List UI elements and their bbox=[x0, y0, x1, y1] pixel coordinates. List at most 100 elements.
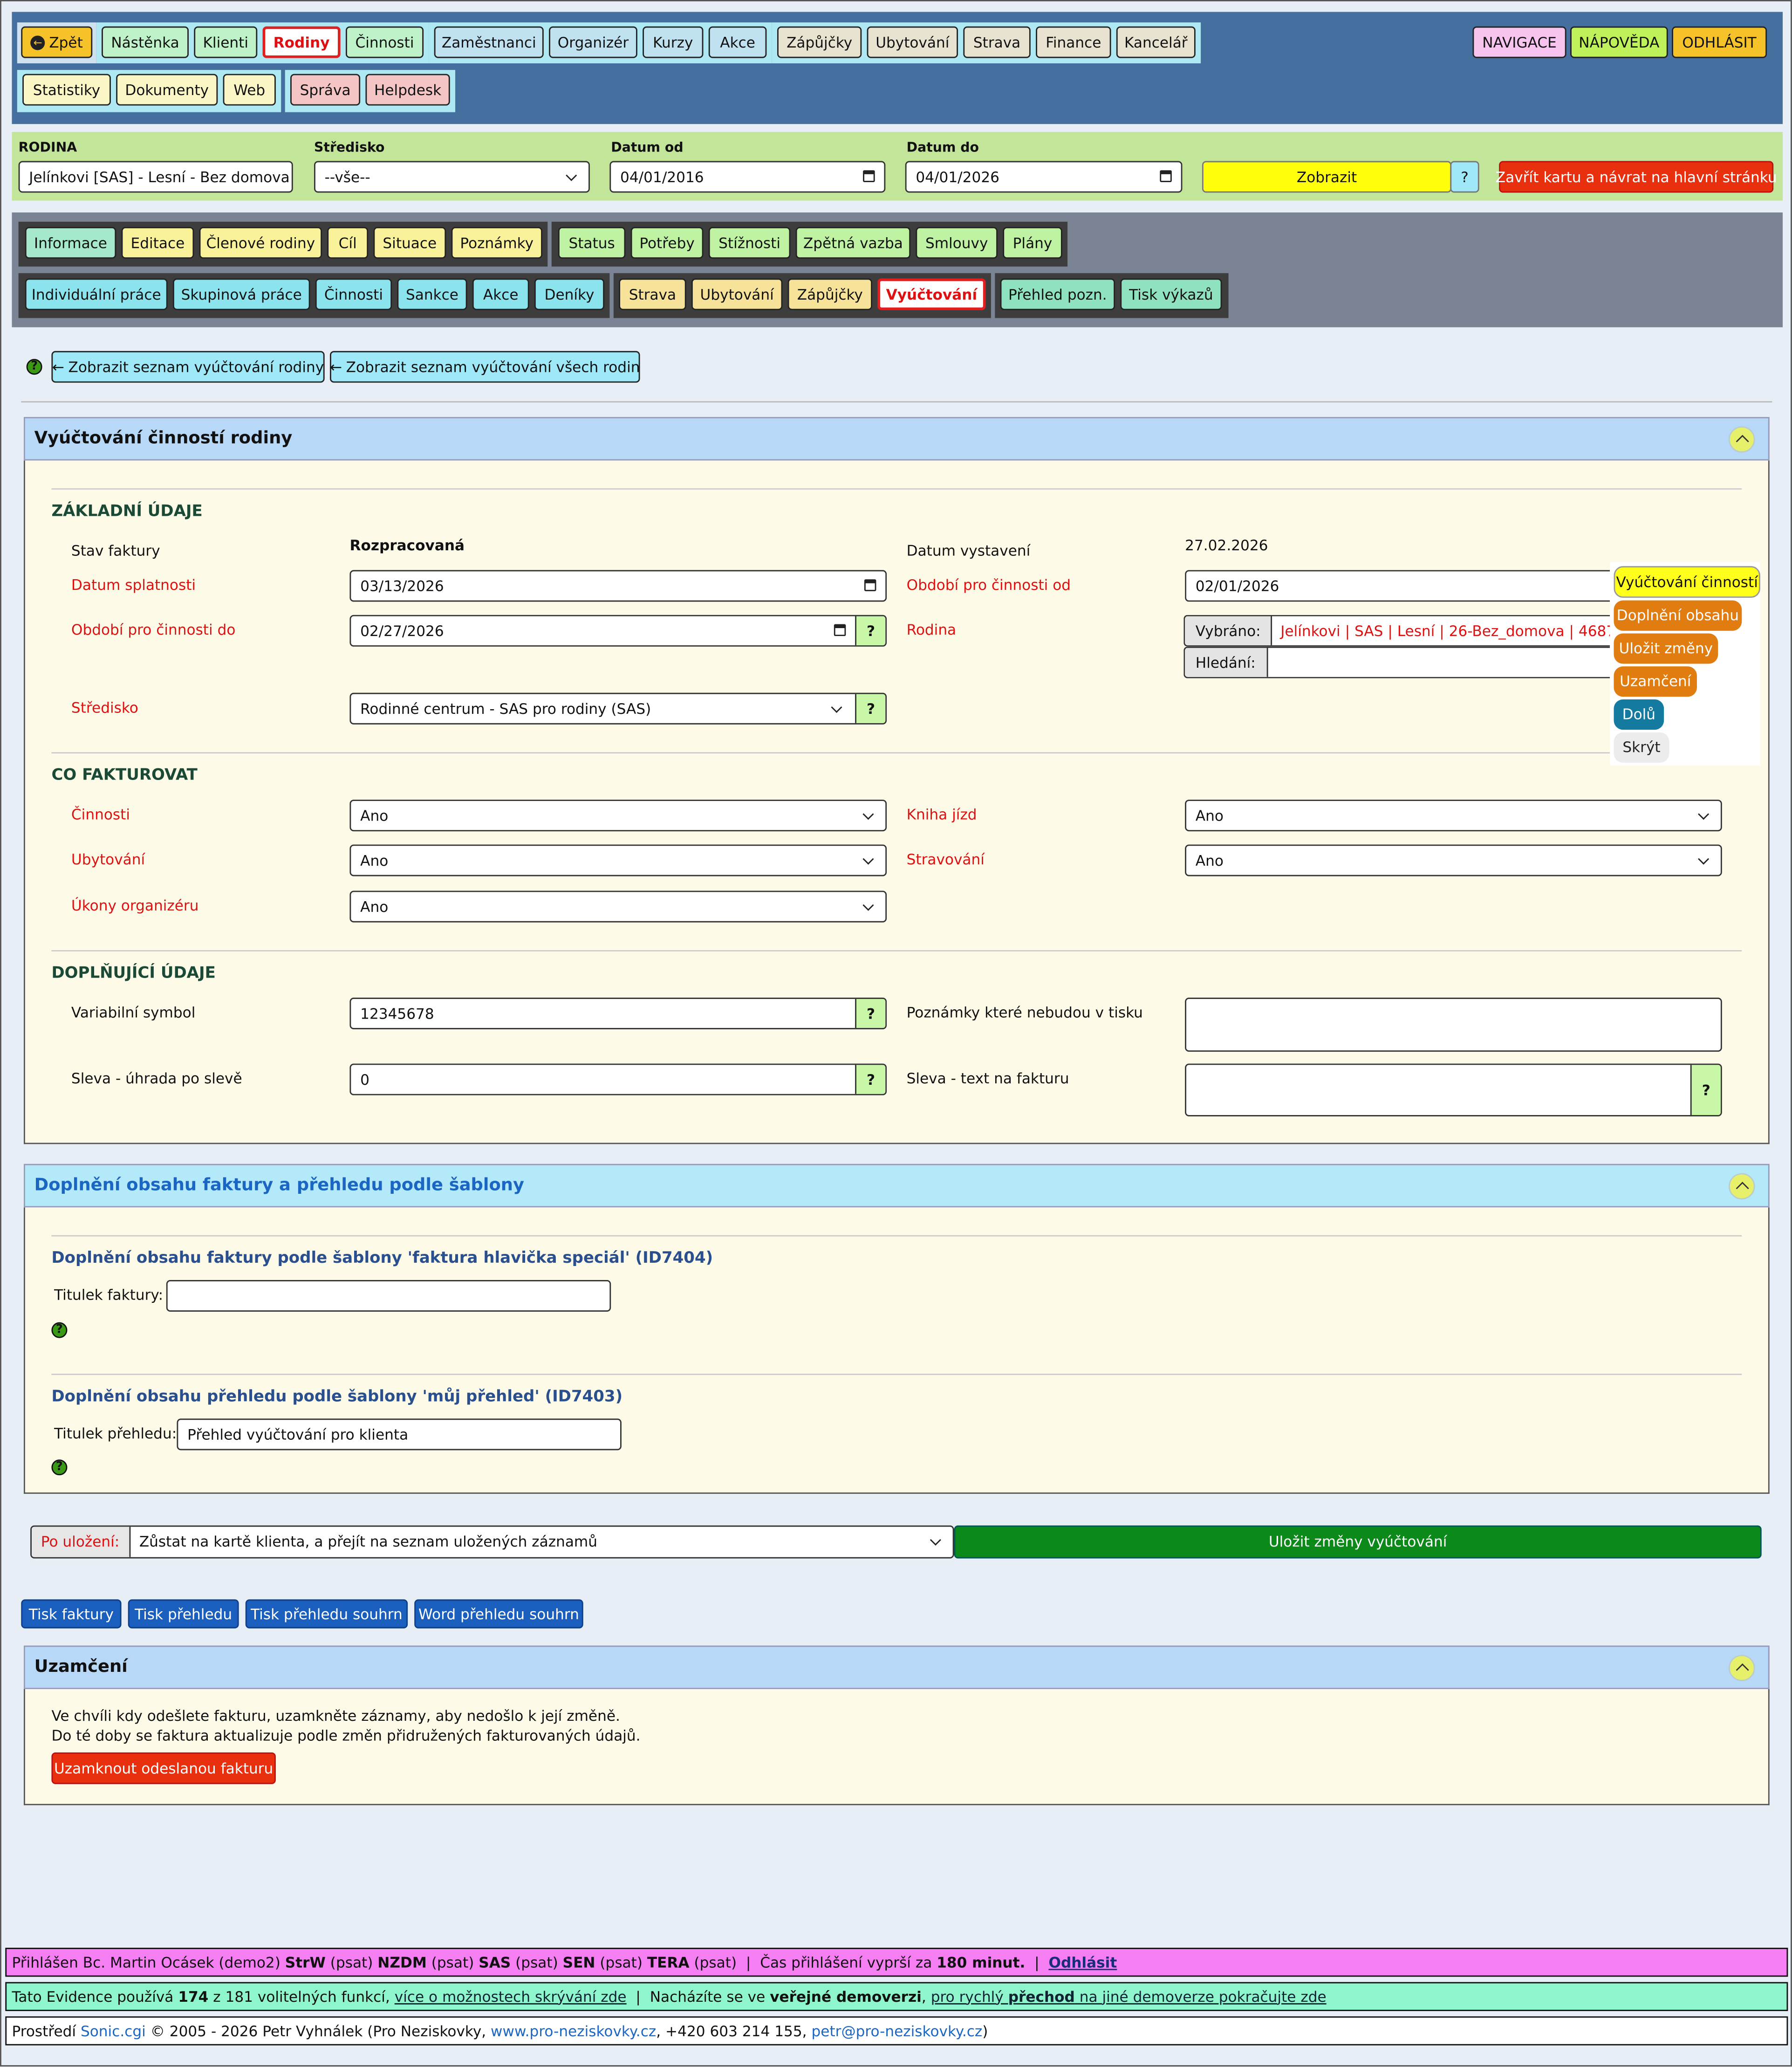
obdobi-od-input[interactable]: 02/01/2026 bbox=[1185, 570, 1621, 602]
email-link[interactable]: petr@pro-neziskovky.cz bbox=[812, 2022, 983, 2040]
tab-ubytovani[interactable]: Ubytování bbox=[691, 278, 783, 310]
tab-situace[interactable]: Situace bbox=[373, 227, 446, 259]
lock-invoice-button[interactable]: Uzamknout odeslanou fakturu bbox=[51, 1752, 276, 1784]
nav-organizer[interactable]: Organizér bbox=[549, 26, 637, 58]
back-button[interactable]: ← Zpět bbox=[21, 26, 93, 58]
nav-kancelar[interactable]: Kancelář bbox=[1116, 26, 1196, 58]
nav-sprava[interactable]: Správa bbox=[290, 74, 361, 106]
tab-stiznosti[interactable]: Stížnosti bbox=[708, 227, 791, 259]
cinnosti-select[interactable]: Ano bbox=[349, 800, 887, 832]
calendar-icon[interactable] bbox=[1160, 170, 1172, 182]
rodina-selected-field[interactable]: Vybráno: Jelínkovi | SAS | Lesní | 26-Bez… bbox=[1183, 615, 1621, 647]
quick-uzamceni[interactable]: Uzamčení bbox=[1614, 666, 1697, 697]
obdobi-do-help-button[interactable]: ? bbox=[855, 616, 886, 645]
stredisko-help-button[interactable]: ? bbox=[855, 694, 886, 723]
quick-ulozit[interactable]: Uložit změny bbox=[1614, 633, 1718, 664]
tab-status[interactable]: Status bbox=[558, 227, 626, 259]
nav-rodiny[interactable]: Rodiny bbox=[262, 26, 341, 58]
nav-dokumenty[interactable]: Dokumenty bbox=[116, 74, 218, 106]
help-icon[interactable]: ? bbox=[26, 359, 42, 375]
navigace-button[interactable]: NAVIGACE bbox=[1472, 26, 1566, 58]
hiding-options-link[interactable]: více o možnostech skrývání zde bbox=[395, 1988, 627, 2005]
vs-input[interactable]: 12345678? bbox=[349, 997, 887, 1029]
quick-doplneni[interactable]: Doplnění obsahu bbox=[1614, 600, 1742, 631]
family-list-link[interactable]: ← Zobrazit seznam vyúčtování rodiny bbox=[51, 351, 325, 383]
sleva-input[interactable]: 0? bbox=[349, 1063, 887, 1095]
nav-zapujcky[interactable]: Zápůjčky bbox=[777, 26, 862, 58]
nav-finance[interactable]: Finance bbox=[1036, 26, 1111, 58]
tab-zapujcky[interactable]: Zápůjčky bbox=[787, 278, 872, 310]
nav-ubytovani[interactable]: Ubytování bbox=[867, 26, 958, 58]
tab-clenove[interactable]: Členové rodiny bbox=[199, 227, 322, 259]
splatnost-input[interactable]: 03/13/2026 bbox=[349, 570, 887, 602]
vs-help-button[interactable]: ? bbox=[855, 999, 886, 1028]
nav-akce[interactable]: Akce bbox=[708, 26, 767, 58]
rodina-filter-field[interactable]: Jelínkovi [SAS] - Lesní - Bez domova bbox=[18, 161, 293, 193]
nav-zamestnanci[interactable]: Zaměstnanci bbox=[434, 26, 544, 58]
filter-help-button[interactable]: ? bbox=[1450, 161, 1479, 193]
nav-statistiky[interactable]: Statistiky bbox=[22, 74, 111, 106]
quick-skryt[interactable]: Skrýt bbox=[1614, 732, 1669, 763]
nav-nastenka[interactable]: Nástěnka bbox=[102, 26, 189, 58]
tab-cil[interactable]: Cíl bbox=[327, 227, 369, 259]
tab-vyuctovani[interactable]: Vyúčtování bbox=[877, 278, 986, 310]
tab-tisk-vykazu[interactable]: Tisk výkazů bbox=[1120, 278, 1222, 310]
billing-section-header[interactable]: Vyúčtování činností rodiny bbox=[23, 417, 1770, 461]
datum-od-input[interactable]: 04/01/2016 bbox=[609, 161, 886, 193]
stredisko-select[interactable]: Rodinné centrum - SAS pro rodiny (SAS)? bbox=[349, 692, 887, 725]
tab-poznamky[interactable]: Poznámky bbox=[451, 227, 542, 259]
collapse-icon[interactable] bbox=[1728, 1655, 1755, 1681]
help-icon[interactable]: ? bbox=[51, 1322, 68, 1338]
calendar-icon[interactable] bbox=[863, 170, 875, 182]
collapse-icon[interactable] bbox=[1728, 426, 1755, 453]
kniha-jizd-select[interactable]: Ano bbox=[1185, 800, 1722, 832]
nav-helpdesk[interactable]: Helpdesk bbox=[365, 74, 450, 106]
all-families-list-link[interactable]: ← Zobrazit seznam vyúčtování všech rodin bbox=[330, 351, 640, 383]
sonic-link[interactable]: Sonic.cgi bbox=[81, 2022, 146, 2040]
template-section-header[interactable]: Doplnění obsahu faktury a přehledu podle… bbox=[23, 1164, 1770, 1208]
quick-vyuctovani[interactable]: Vyúčtování činností bbox=[1614, 566, 1760, 598]
collapse-icon[interactable] bbox=[1728, 1173, 1755, 1200]
quick-dolu[interactable]: Dolů bbox=[1614, 699, 1664, 730]
help-icon[interactable]: ? bbox=[51, 1459, 68, 1476]
website-link[interactable]: www.pro-neziskovky.cz bbox=[491, 2022, 656, 2040]
sleva-text-help-button[interactable]: ? bbox=[1690, 1065, 1721, 1116]
report-title-input[interactable]: Přehled vyúčtování pro klienta bbox=[177, 1418, 622, 1451]
after-save-field[interactable]: Po uložení: Zůstat na kartě klienta, a př… bbox=[30, 1525, 954, 1559]
lock-section-header[interactable]: Uzamčení bbox=[23, 1645, 1770, 1689]
nav-strava[interactable]: Strava bbox=[963, 26, 1031, 58]
tab-deniky[interactable]: Deníky bbox=[534, 278, 605, 310]
datum-do-input[interactable]: 04/01/2026 bbox=[905, 161, 1183, 193]
odhlasit-button[interactable]: ODHLÁSIT bbox=[1672, 26, 1767, 58]
invoice-title-input[interactable] bbox=[166, 1280, 611, 1312]
tab-plany[interactable]: Plány bbox=[1003, 227, 1062, 259]
tab-editace[interactable]: Editace bbox=[121, 227, 194, 259]
tab-cinnosti[interactable]: Činnosti bbox=[315, 278, 392, 310]
tab-smlouvy[interactable]: Smlouvy bbox=[916, 227, 998, 259]
tab-zpetna-vazba[interactable]: Zpětná vazba bbox=[795, 227, 911, 259]
calendar-icon[interactable] bbox=[834, 624, 846, 637]
calendar-icon[interactable] bbox=[864, 579, 876, 591]
nav-klienti[interactable]: Klienti bbox=[194, 26, 258, 58]
nav-cinnosti[interactable]: Činnosti bbox=[345, 26, 424, 58]
logout-link[interactable]: Odhlásit bbox=[1048, 1954, 1117, 1971]
tab-prehled-pozn[interactable]: Přehled pozn. bbox=[1000, 278, 1115, 310]
napoveda-button[interactable]: NÁPOVĚDA bbox=[1570, 26, 1668, 58]
nav-web[interactable]: Web bbox=[223, 74, 276, 106]
sleva-help-button[interactable]: ? bbox=[855, 1065, 886, 1094]
switch-demo-link[interactable]: pro rychlý přechod na jiné demoverze pok… bbox=[931, 1988, 1327, 2005]
tab-potreby[interactable]: Potřeby bbox=[630, 227, 704, 259]
nav-kurzy[interactable]: Kurzy bbox=[643, 26, 704, 58]
stravovani-select[interactable]: Ano bbox=[1185, 844, 1722, 876]
tab-sankce[interactable]: Sankce bbox=[397, 278, 467, 310]
tab-informace[interactable]: Informace bbox=[25, 227, 116, 259]
ubytovani-select[interactable]: Ano bbox=[349, 844, 887, 876]
rodina-search-field[interactable]: Hledání: bbox=[1183, 646, 1621, 678]
poznamky-textarea[interactable] bbox=[1185, 997, 1722, 1052]
word-summary-button[interactable]: Word přehledu souhrn bbox=[414, 1599, 583, 1629]
ukony-select[interactable]: Ano bbox=[349, 890, 887, 923]
print-invoice-button[interactable]: Tisk faktury bbox=[21, 1599, 122, 1629]
print-summary-button[interactable]: Tisk přehledu souhrn bbox=[245, 1599, 408, 1629]
stredisko-filter-select[interactable]: --vše-- bbox=[314, 161, 590, 193]
tab-strava[interactable]: Strava bbox=[619, 278, 686, 310]
